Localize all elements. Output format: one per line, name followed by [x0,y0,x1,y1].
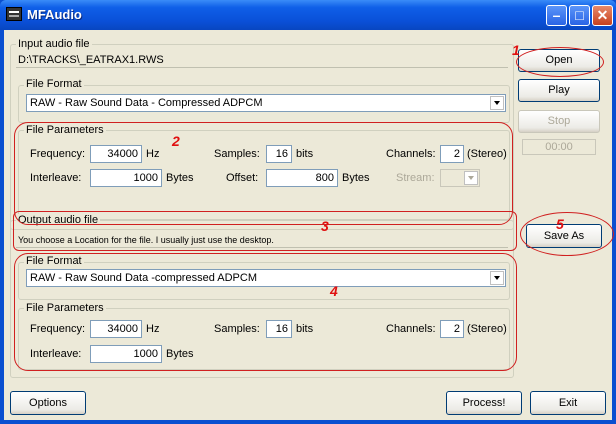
play-button[interactable]: Play [518,79,600,102]
output-frequency-field[interactable]: 34000 [90,320,142,338]
close-button[interactable]: ✕ [592,5,613,26]
input-format-value: RAW - Raw Sound Data - Compressed ADPCM [30,97,263,109]
annotation-number-1: 1 [512,42,520,58]
input-samples-field[interactable]: 16 [266,145,292,163]
input-channels-field[interactable]: 2 [440,145,464,163]
input-frequency-field[interactable]: 34000 [90,145,142,163]
input-params-label: File Parameters [24,124,106,136]
annotation-number-2: 2 [172,133,180,149]
open-button[interactable]: Open [518,49,600,72]
output-path-divider [16,247,508,248]
input-frequency-unit: Hz [146,148,160,160]
input-interleave-label: Interleave: [30,172,82,184]
minimize-button[interactable]: – [546,5,567,26]
input-offset-label: Offset: [226,172,259,184]
minimize-icon: – [552,7,561,23]
output-group-label: Output audio file [16,214,101,226]
output-format-label: File Format [24,255,84,267]
annotation-number-4: 4 [330,283,338,299]
output-path-text: You choose a Location for the file. I us… [18,235,274,245]
annotation-number-3: 3 [321,218,329,234]
window-title: MFAudio [27,7,82,22]
app-icon [6,7,22,21]
client-area: Input audio file D:\TRACKS\_EATRAX1.RWS … [4,30,614,420]
playback-time: 00:00 [522,139,596,155]
stop-button: Stop [518,110,600,133]
input-group-label: Input audio file [16,38,92,50]
input-stream-select [440,169,480,187]
title-bar[interactable]: MFAudio – □ ✕ [0,0,616,30]
process-button[interactable]: Process! [446,391,522,415]
exit-button[interactable]: Exit [530,391,606,415]
output-channels-note: (Stereo) [467,323,507,335]
chevron-down-icon[interactable] [490,271,504,285]
input-file-path: D:\TRACKS\_EATRAX1.RWS [18,54,164,66]
output-params-label: File Parameters [24,302,106,314]
annotation-number-5: 5 [556,216,564,232]
input-format-select[interactable]: RAW - Raw Sound Data - Compressed ADPCM [26,94,506,112]
chevron-down-icon[interactable] [490,96,504,110]
output-interleave-field[interactable]: 1000 [90,345,162,363]
input-interleave-field[interactable]: 1000 [90,169,162,187]
path-divider [16,67,508,68]
maximize-button[interactable]: □ [569,5,590,26]
output-frequency-unit: Hz [146,323,160,335]
options-button[interactable]: Options [10,391,86,415]
input-offset-field[interactable]: 800 [266,169,338,187]
output-channels-field[interactable]: 2 [440,320,464,338]
input-frequency-label: Frequency: [30,148,86,160]
app-window: MFAudio – □ ✕ Input audio file D:\TRACKS… [0,0,616,424]
output-channels-label: Channels: [386,323,436,335]
chevron-down-icon [464,171,478,185]
output-format-value: RAW - Raw Sound Data -compressed ADPCM [30,272,257,284]
output-interleave-unit: Bytes [166,348,194,360]
input-format-label: File Format [24,78,84,90]
save-as-button[interactable]: Save As [526,224,602,248]
output-samples-label: Samples: [214,323,260,335]
input-offset-unit: Bytes [342,172,370,184]
close-icon: ✕ [596,7,609,23]
output-samples-unit: bits [296,323,314,335]
maximize-icon: □ [575,7,584,23]
input-samples-unit: bits [296,148,314,160]
output-samples-field[interactable]: 16 [266,320,292,338]
output-format-select[interactable]: RAW - Raw Sound Data -compressed ADPCM [26,269,506,287]
output-interleave-label: Interleave: [30,348,82,360]
input-interleave-unit: Bytes [166,172,194,184]
output-frequency-label: Frequency: [30,323,86,335]
input-channels-label: Channels: [386,148,436,160]
input-samples-label: Samples: [214,148,260,160]
input-stream-label: Stream: [396,172,435,184]
input-channels-note: (Stereo) [467,148,507,160]
